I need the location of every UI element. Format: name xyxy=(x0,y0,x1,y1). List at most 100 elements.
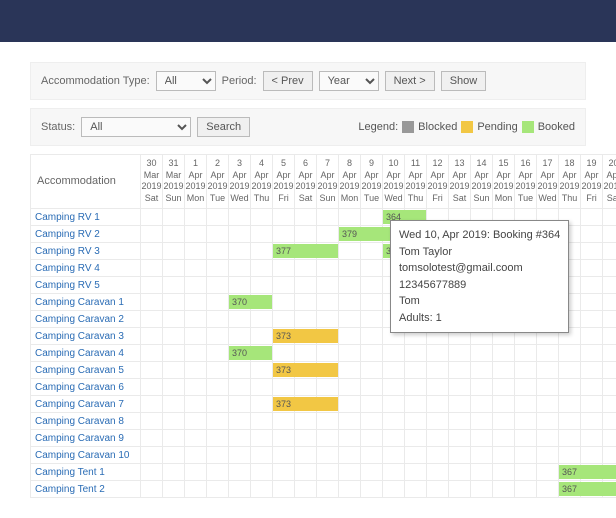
calendar-cell[interactable] xyxy=(273,429,295,446)
calendar-cell[interactable] xyxy=(515,429,537,446)
calendar-cell[interactable] xyxy=(427,378,449,395)
calendar-cell[interactable] xyxy=(405,395,427,412)
calendar-cell[interactable] xyxy=(515,480,537,497)
accomm-type-select[interactable]: All xyxy=(156,71,216,91)
calendar-cell[interactable] xyxy=(471,446,493,463)
calendar-cell[interactable] xyxy=(405,361,427,378)
accommodation-link[interactable]: Camping Caravan 8 xyxy=(35,416,124,427)
calendar-cell[interactable] xyxy=(339,378,361,395)
calendar-cell[interactable] xyxy=(581,361,603,378)
calendar-cell[interactable] xyxy=(405,344,427,361)
calendar-cell[interactable] xyxy=(207,242,229,259)
calendar-cell[interactable] xyxy=(427,480,449,497)
accommodation-link[interactable]: Camping RV 2 xyxy=(35,229,100,240)
calendar-cell[interactable] xyxy=(163,361,185,378)
calendar-cell[interactable] xyxy=(317,242,339,259)
calendar-cell[interactable] xyxy=(361,429,383,446)
calendar-cell[interactable] xyxy=(361,361,383,378)
calendar-cell[interactable] xyxy=(163,344,185,361)
calendar-cell[interactable] xyxy=(515,412,537,429)
calendar-cell[interactable] xyxy=(537,395,559,412)
calendar-cell[interactable] xyxy=(207,395,229,412)
calendar-cell[interactable] xyxy=(163,208,185,225)
calendar-cell[interactable] xyxy=(471,463,493,480)
calendar-cell[interactable] xyxy=(427,395,449,412)
calendar-cell[interactable] xyxy=(229,446,251,463)
calendar-cell[interactable] xyxy=(471,429,493,446)
calendar-cell[interactable]: 379 xyxy=(339,225,361,242)
accommodation-link[interactable]: Camping Caravan 2 xyxy=(35,314,124,325)
calendar-cell[interactable] xyxy=(361,259,383,276)
calendar-cell[interactable] xyxy=(603,429,616,446)
calendar-cell[interactable] xyxy=(559,395,581,412)
calendar-cell[interactable] xyxy=(383,361,405,378)
calendar-cell[interactable] xyxy=(185,344,207,361)
calendar-cell[interactable] xyxy=(471,378,493,395)
calendar-cell[interactable] xyxy=(361,480,383,497)
status-select[interactable]: All xyxy=(81,117,191,137)
calendar-cell[interactable] xyxy=(207,446,229,463)
calendar-cell[interactable] xyxy=(295,276,317,293)
calendar-cell[interactable] xyxy=(581,327,603,344)
calendar-cell[interactable] xyxy=(185,208,207,225)
calendar-cell[interactable] xyxy=(163,412,185,429)
calendar-cell[interactable] xyxy=(603,276,616,293)
calendar-cell[interactable] xyxy=(581,395,603,412)
calendar-cell[interactable] xyxy=(163,327,185,344)
calendar-cell[interactable] xyxy=(361,242,383,259)
calendar-cell[interactable] xyxy=(207,327,229,344)
calendar-cell[interactable] xyxy=(185,480,207,497)
calendar-cell[interactable] xyxy=(141,310,163,327)
accommodation-link[interactable]: Camping Caravan 1 xyxy=(35,297,124,308)
calendar-cell[interactable] xyxy=(361,446,383,463)
calendar-cell[interactable] xyxy=(515,378,537,395)
calendar-cell[interactable] xyxy=(427,344,449,361)
calendar-cell[interactable] xyxy=(295,378,317,395)
calendar-cell[interactable] xyxy=(581,412,603,429)
calendar-cell[interactable] xyxy=(471,395,493,412)
calendar-cell[interactable] xyxy=(273,344,295,361)
calendar-cell[interactable] xyxy=(141,378,163,395)
calendar-cell[interactable] xyxy=(493,463,515,480)
calendar-cell[interactable]: 373 xyxy=(273,361,295,378)
calendar-cell[interactable] xyxy=(251,395,273,412)
calendar-cell[interactable] xyxy=(295,259,317,276)
calendar-cell[interactable] xyxy=(251,259,273,276)
calendar-cell[interactable] xyxy=(141,446,163,463)
calendar-cell[interactable] xyxy=(427,412,449,429)
calendar-cell[interactable] xyxy=(603,310,616,327)
calendar-cell[interactable] xyxy=(295,395,317,412)
calendar-cell[interactable] xyxy=(295,361,317,378)
calendar-cell[interactable] xyxy=(581,344,603,361)
calendar-cell[interactable]: 370 xyxy=(229,293,251,310)
calendar-cell[interactable] xyxy=(141,412,163,429)
calendar-cell[interactable] xyxy=(295,429,317,446)
calendar-cell[interactable] xyxy=(207,276,229,293)
calendar-cell[interactable] xyxy=(383,446,405,463)
calendar-cell[interactable] xyxy=(581,378,603,395)
accommodation-link[interactable]: Camping Caravan 5 xyxy=(35,365,124,376)
calendar-cell[interactable] xyxy=(383,429,405,446)
calendar-cell[interactable] xyxy=(427,446,449,463)
calendar-cell[interactable] xyxy=(141,361,163,378)
calendar-cell[interactable] xyxy=(383,412,405,429)
calendar-cell[interactable] xyxy=(361,378,383,395)
calendar-cell[interactable] xyxy=(141,344,163,361)
calendar-cell[interactable] xyxy=(339,310,361,327)
calendar-cell[interactable] xyxy=(339,293,361,310)
calendar-cell[interactable] xyxy=(185,446,207,463)
calendar-cell[interactable] xyxy=(229,378,251,395)
calendar-cell[interactable] xyxy=(449,412,471,429)
calendar-cell[interactable] xyxy=(603,412,616,429)
calendar-cell[interactable] xyxy=(449,463,471,480)
calendar-cell[interactable] xyxy=(273,208,295,225)
calendar-cell[interactable] xyxy=(207,429,229,446)
calendar-cell[interactable] xyxy=(405,378,427,395)
calendar-cell[interactable] xyxy=(229,327,251,344)
calendar-cell[interactable] xyxy=(471,361,493,378)
calendar-cell[interactable] xyxy=(581,480,603,497)
calendar-cell[interactable] xyxy=(295,327,317,344)
calendar-cell[interactable] xyxy=(251,378,273,395)
calendar-cell[interactable] xyxy=(273,276,295,293)
calendar-cell[interactable] xyxy=(229,463,251,480)
